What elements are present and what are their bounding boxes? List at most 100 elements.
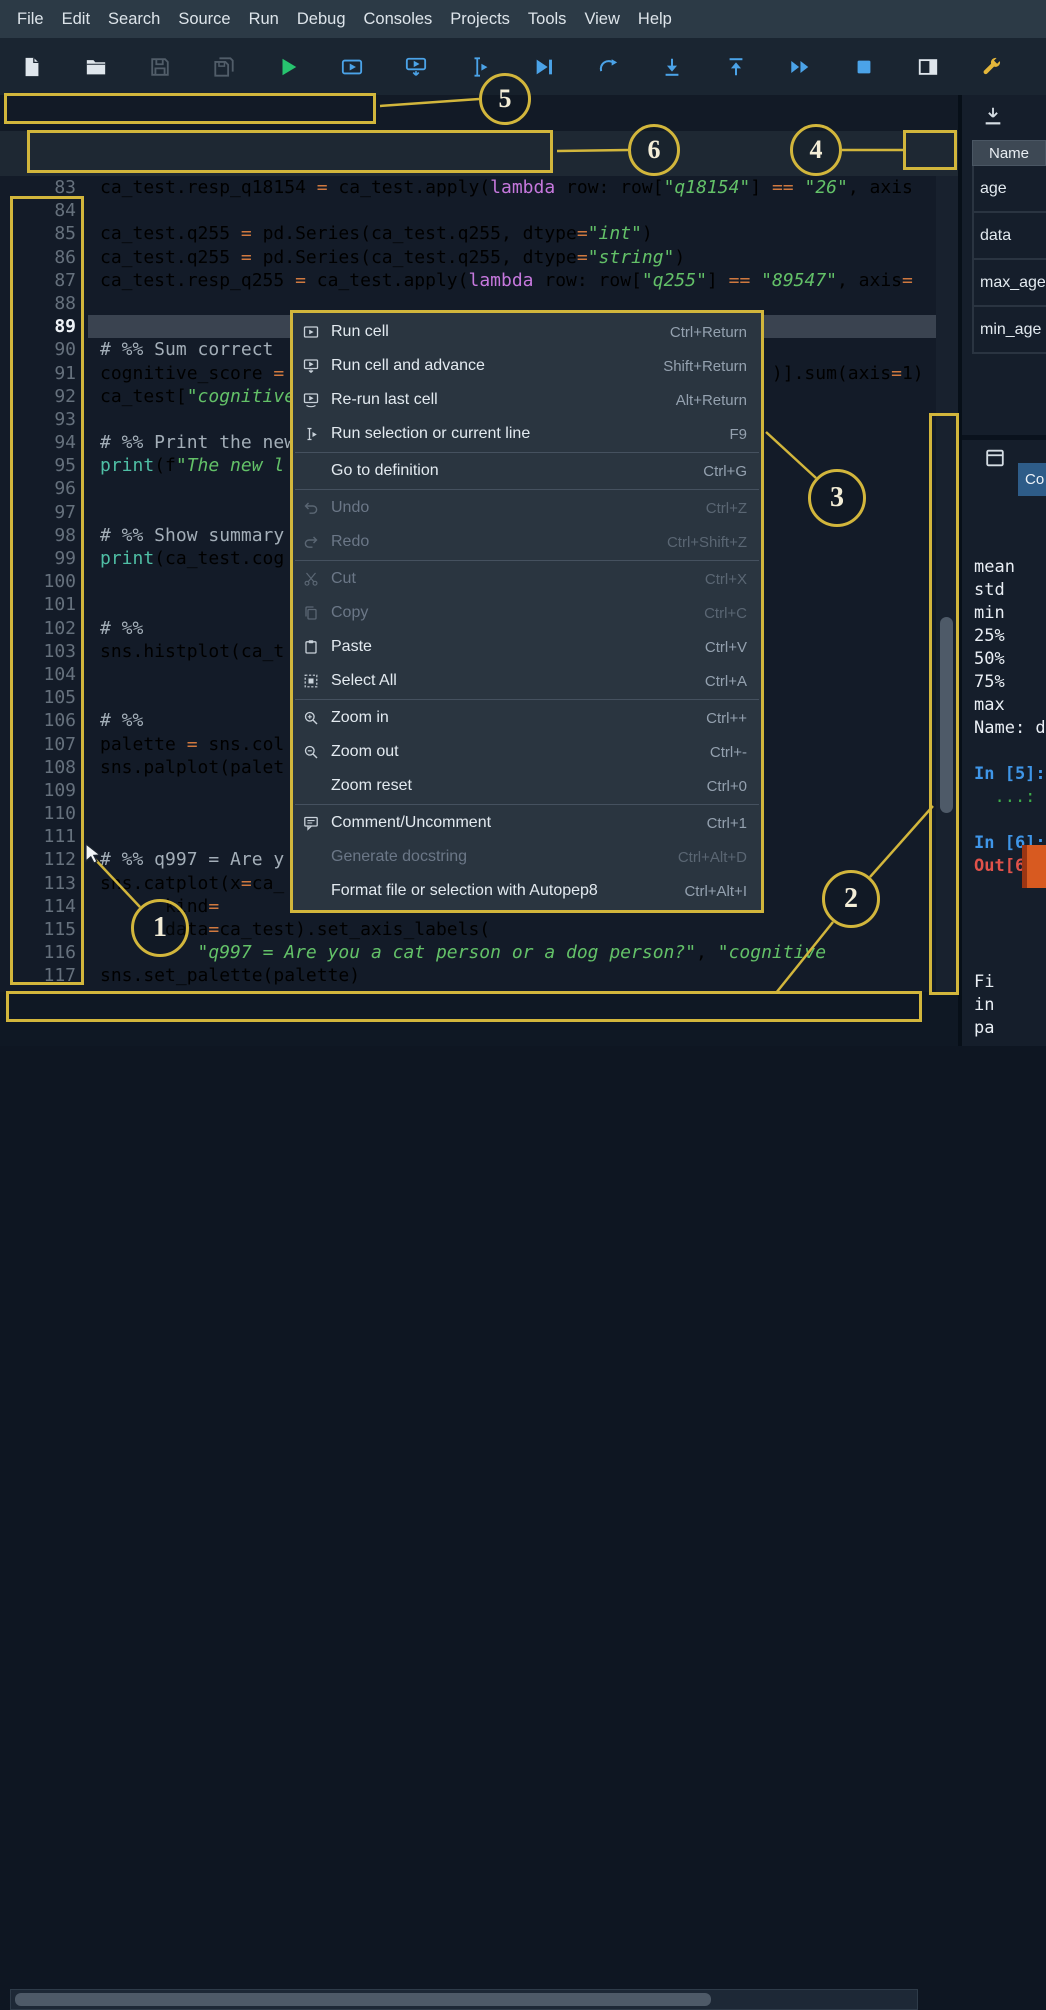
- menu-tools[interactable]: Tools: [519, 0, 576, 38]
- menu-consoles[interactable]: Consoles: [355, 0, 442, 38]
- menu-item-paste[interactable]: Paste Ctrl+V: [293, 630, 761, 664]
- line-number[interactable]: 86: [0, 246, 88, 269]
- line-number[interactable]: 114: [0, 895, 88, 918]
- line-number[interactable]: 95: [0, 454, 88, 477]
- line-number[interactable]: 84: [0, 199, 88, 222]
- run-cell-advance-button[interactable]: [404, 55, 428, 79]
- editor-vertical-scrollbar[interactable]: [936, 176, 958, 992]
- horizontal-scrollbar-thumb[interactable]: [15, 1993, 711, 2006]
- menu-file[interactable]: File: [8, 0, 53, 38]
- code-text[interactable]: ca_test.resp_q18154 = ca_test.apply(lamb…: [88, 176, 936, 199]
- line-number[interactable]: 97: [0, 501, 88, 524]
- preferences-button[interactable]: [980, 55, 1004, 79]
- menu-search[interactable]: Search: [99, 0, 169, 38]
- maximize-pane-button[interactable]: [916, 55, 940, 79]
- code-text[interactable]: ca_test.q255 = pd.Series(ca_test.q255, d…: [88, 222, 936, 245]
- run-cell-button[interactable]: [340, 55, 364, 79]
- run-current-line-button[interactable]: [596, 55, 620, 79]
- line-number[interactable]: 88: [0, 292, 88, 315]
- new-file-button[interactable]: [20, 55, 44, 79]
- variable-name: data: [980, 227, 1011, 244]
- line-number[interactable]: 98: [0, 524, 88, 547]
- variable-explorer-name-header[interactable]: Name: [972, 140, 1046, 166]
- line-number[interactable]: 89: [0, 315, 88, 338]
- menu-item-run-selection[interactable]: Run selection or current line F9: [293, 417, 761, 451]
- line-number[interactable]: 107: [0, 733, 88, 756]
- line-number[interactable]: 115: [0, 918, 88, 941]
- line-number[interactable]: 109: [0, 779, 88, 802]
- line-number[interactable]: 91: [0, 362, 88, 385]
- line-number[interactable]: 100: [0, 570, 88, 593]
- menu-item-run-cell-advance[interactable]: Run cell and advance Shift+Return: [293, 349, 761, 383]
- menu-item-select-all[interactable]: Select All Ctrl+A: [293, 664, 761, 698]
- menu-run[interactable]: Run: [240, 0, 288, 38]
- menu-item-rerun-last-cell[interactable]: Re-run last cell Alt+Return: [293, 383, 761, 417]
- line-number[interactable]: 94: [0, 431, 88, 454]
- menu-item-zoom-reset[interactable]: Zoom reset Ctrl+0: [293, 769, 761, 803]
- code-text[interactable]: ca_test.q255 = pd.Series(ca_test.q255, d…: [88, 246, 936, 269]
- menu-view[interactable]: View: [575, 0, 628, 38]
- line-number[interactable]: 85: [0, 222, 88, 245]
- menu-item-zoom-out[interactable]: Zoom out Ctrl+-: [293, 735, 761, 769]
- menu-item-zoom-in[interactable]: Zoom in Ctrl++: [293, 701, 761, 735]
- line-number[interactable]: 90: [0, 338, 88, 361]
- step-into-button[interactable]: [660, 55, 684, 79]
- console-line: in: [974, 994, 1046, 1017]
- menu-item-go-to-definition[interactable]: Go to definition Ctrl+G: [293, 454, 761, 488]
- code-text[interactable]: ca_test.resp_q255 = ca_test.apply(lambda…: [88, 269, 936, 292]
- line-number[interactable]: 96: [0, 477, 88, 500]
- line-number[interactable]: 99: [0, 547, 88, 570]
- line-number[interactable]: 83: [0, 176, 88, 199]
- code-text[interactable]: sns.set_palette(palette): [88, 964, 936, 987]
- open-file-button[interactable]: [84, 55, 108, 79]
- continue-button[interactable]: [788, 55, 812, 79]
- menu-source[interactable]: Source: [169, 0, 239, 38]
- variable-row[interactable]: max_age: [972, 260, 1046, 307]
- console-pane-icon[interactable]: [984, 447, 1006, 469]
- line-number[interactable]: 111: [0, 825, 88, 848]
- line-number[interactable]: 110: [0, 802, 88, 825]
- vertical-scrollbar-thumb[interactable]: [940, 617, 953, 813]
- menu-edit[interactable]: Edit: [53, 0, 99, 38]
- line-number[interactable]: 116: [0, 941, 88, 964]
- variable-row[interactable]: data: [972, 213, 1046, 260]
- menu-help[interactable]: Help: [629, 0, 681, 38]
- line-number[interactable]: 106: [0, 709, 88, 732]
- menu-item-format-autopep8[interactable]: Format file or selection with Autopep8 C…: [293, 874, 761, 908]
- line-number[interactable]: 104: [0, 663, 88, 686]
- code-text[interactable]: [88, 199, 936, 222]
- line-number[interactable]: 113: [0, 872, 88, 895]
- stop-button[interactable]: [852, 55, 876, 79]
- save-button[interactable]: [148, 55, 172, 79]
- line-number[interactable]: 93: [0, 408, 88, 431]
- code-text[interactable]: data=ca_test).set_axis_labels(: [88, 918, 936, 941]
- line-number[interactable]: 101: [0, 593, 88, 616]
- ffwd-icon: [789, 56, 811, 78]
- menu-item-comment-uncomment[interactable]: Comment/Uncomment Ctrl+1: [293, 806, 761, 840]
- debug-file-button[interactable]: [532, 55, 556, 79]
- line-number[interactable]: 117: [0, 964, 88, 987]
- save-all-button[interactable]: [212, 55, 236, 79]
- code-text[interactable]: "q997 = Are you a cat person or a dog pe…: [88, 941, 936, 964]
- menu-debug[interactable]: Debug: [288, 0, 355, 38]
- line-number[interactable]: 108: [0, 756, 88, 779]
- line-number[interactable]: 92: [0, 385, 88, 408]
- console-line: 25%: [974, 625, 1046, 648]
- run-selection-button[interactable]: [468, 55, 492, 79]
- console-line: max: [974, 694, 1046, 717]
- menu-item-run-cell[interactable]: Run cell Ctrl+Return: [293, 315, 761, 349]
- undo-icon: [303, 500, 323, 516]
- line-number[interactable]: 102: [0, 617, 88, 640]
- line-number[interactable]: 112: [0, 848, 88, 871]
- menu-projects[interactable]: Projects: [441, 0, 519, 38]
- run-file-button[interactable]: [276, 55, 300, 79]
- import-data-icon[interactable]: [982, 105, 1004, 127]
- variable-row[interactable]: age: [972, 166, 1046, 213]
- line-number[interactable]: 87: [0, 269, 88, 292]
- step-return-button[interactable]: [724, 55, 748, 79]
- line-number[interactable]: 103: [0, 640, 88, 663]
- console-tab[interactable]: Co: [1018, 463, 1046, 496]
- line-number[interactable]: 105: [0, 686, 88, 709]
- variable-row[interactable]: min_age: [972, 307, 1046, 354]
- editor-horizontal-scrollbar[interactable]: [10, 1989, 918, 2010]
